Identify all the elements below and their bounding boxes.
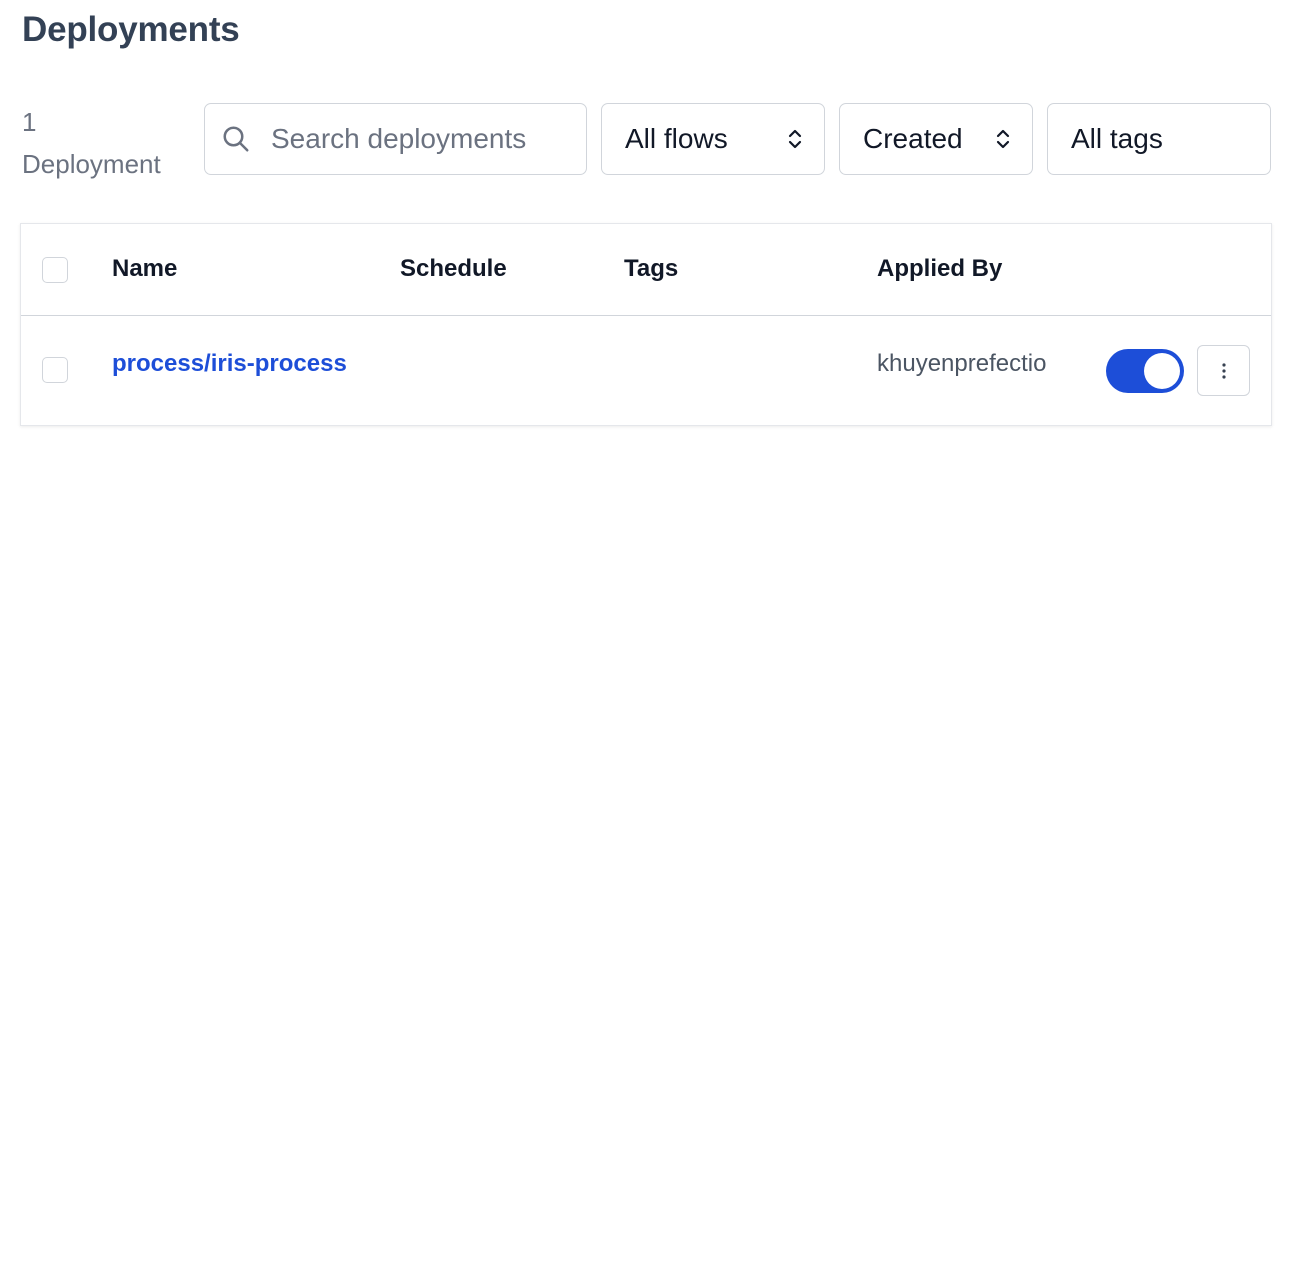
- deployments-table: Name Schedule Tags Applied By process/ir…: [20, 223, 1272, 426]
- tags-select[interactable]: All tags: [1047, 103, 1271, 175]
- search-icon: [223, 126, 249, 152]
- row-menu-button[interactable]: [1197, 345, 1250, 396]
- chevron-up-down-icon: [788, 129, 802, 149]
- toggle-knob: [1144, 353, 1180, 389]
- search-input[interactable]: Search deployments: [204, 103, 587, 175]
- deployment-active-toggle[interactable]: [1106, 349, 1184, 393]
- column-header-tags[interactable]: Tags: [624, 255, 678, 283]
- sort-select[interactable]: Created: [839, 103, 1033, 175]
- table-header: Name Schedule Tags Applied By: [21, 224, 1271, 316]
- chevron-up-down-icon: [996, 129, 1010, 149]
- select-all-checkbox[interactable]: [42, 257, 68, 283]
- column-header-schedule[interactable]: Schedule: [400, 255, 507, 283]
- table-row: process/iris-process khuyenprefectio: [21, 316, 1271, 426]
- column-header-name[interactable]: Name: [112, 255, 177, 283]
- deployment-count: 1 Deployment: [22, 101, 161, 185]
- flows-select[interactable]: All flows: [601, 103, 825, 175]
- row-checkbox[interactable]: [42, 357, 68, 383]
- deployment-name-link[interactable]: process/iris-process: [112, 350, 347, 378]
- deployment-count-label: Deployment: [22, 149, 161, 179]
- flows-select-value: All flows: [625, 123, 728, 154]
- vertical-ellipsis-icon: [1221, 362, 1226, 379]
- tags-select-value: All tags: [1071, 123, 1163, 154]
- page-title: Deployments: [22, 10, 240, 49]
- deployments-page: Deployments 1 Deployment Search deployme…: [0, 0, 1292, 1284]
- deployment-applied-by: khuyenprefectio: [877, 350, 1047, 377]
- sort-select-value: Created: [863, 123, 963, 154]
- deployment-count-number: 1: [22, 107, 37, 137]
- search-placeholder: Search deployments: [271, 123, 527, 154]
- column-header-applied-by[interactable]: Applied By: [877, 255, 1002, 283]
